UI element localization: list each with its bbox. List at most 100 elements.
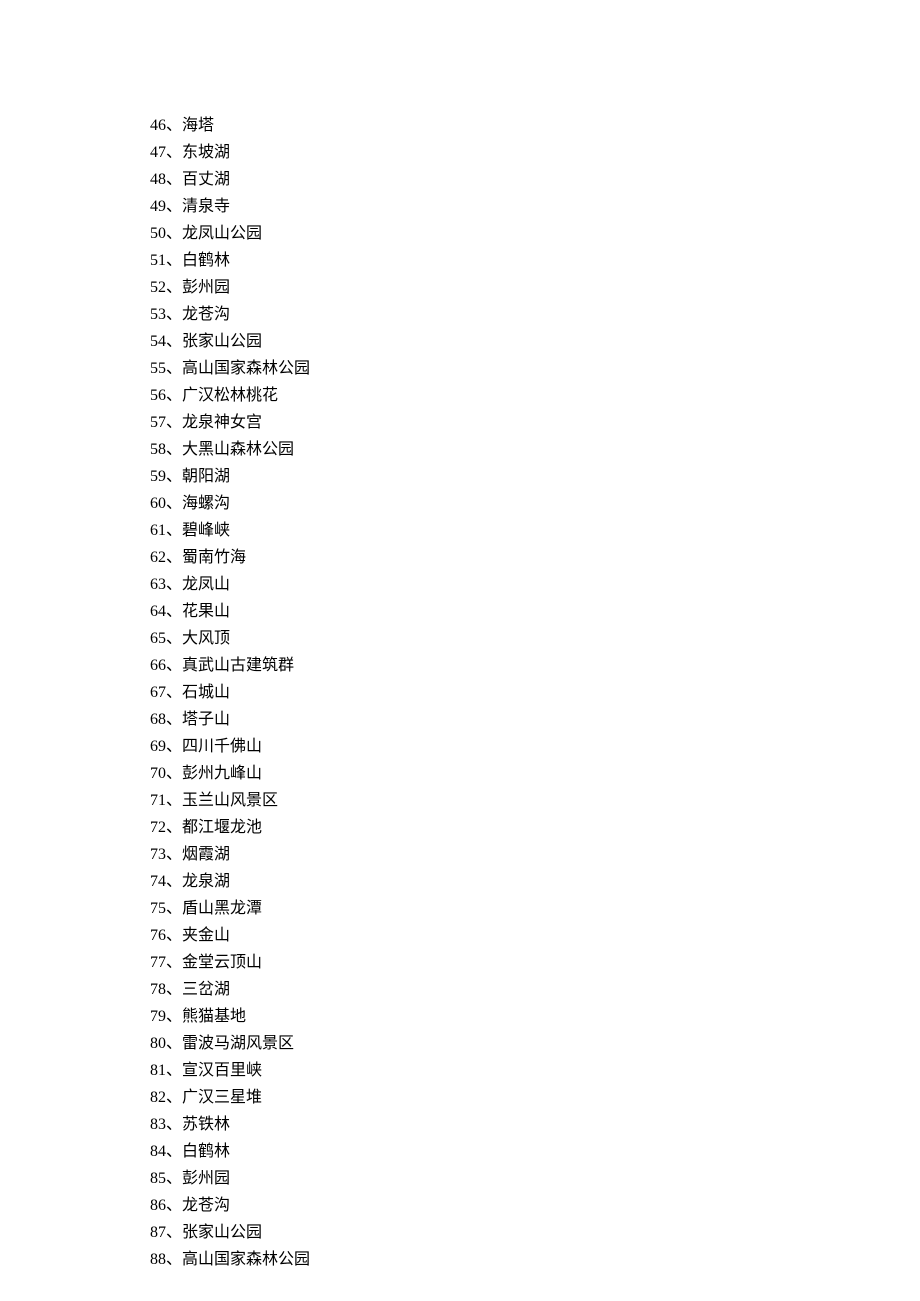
item-number: 65 (150, 630, 166, 647)
list-item: 56、广汉松林桃花 (150, 382, 920, 409)
item-separator: 、 (166, 1170, 182, 1187)
item-name: 大黑山森林公园 (182, 441, 294, 458)
item-separator: 、 (166, 1008, 182, 1025)
list-item: 51、白鹤林 (150, 247, 920, 274)
item-name: 雷波马湖风景区 (182, 1035, 294, 1052)
item-name: 蜀南竹海 (182, 549, 246, 566)
item-number: 73 (150, 846, 166, 863)
item-name: 花果山 (182, 603, 230, 620)
item-name: 烟霞湖 (182, 846, 230, 863)
list-item: 83、苏铁林 (150, 1111, 920, 1138)
item-separator: 、 (166, 1143, 182, 1160)
item-name: 熊猫基地 (182, 1008, 246, 1025)
item-separator: 、 (166, 819, 182, 836)
item-number: 70 (150, 765, 166, 782)
list-item: 75、盾山黑龙潭 (150, 895, 920, 922)
item-name: 广汉松林桃花 (182, 387, 278, 404)
item-name: 彭州园 (182, 1170, 230, 1187)
list-item: 58、大黑山森林公园 (150, 436, 920, 463)
item-separator: 、 (166, 846, 182, 863)
item-separator: 、 (166, 1116, 182, 1133)
item-separator: 、 (166, 1251, 182, 1268)
item-name: 彭州园 (182, 279, 230, 296)
item-number: 71 (150, 792, 166, 809)
item-name: 白鹤林 (182, 1143, 230, 1160)
item-number: 56 (150, 387, 166, 404)
item-number: 46 (150, 117, 166, 134)
item-separator: 、 (166, 657, 182, 674)
item-separator: 、 (166, 981, 182, 998)
item-number: 61 (150, 522, 166, 539)
list-item: 63、龙凤山 (150, 571, 920, 598)
item-number: 50 (150, 225, 166, 242)
list-item: 77、金堂云顶山 (150, 949, 920, 976)
item-separator: 、 (166, 873, 182, 890)
list-item: 79、熊猫基地 (150, 1003, 920, 1030)
item-separator: 、 (166, 1224, 182, 1241)
item-separator: 、 (166, 522, 182, 539)
item-name: 海塔 (182, 117, 214, 134)
item-number: 51 (150, 252, 166, 269)
item-separator: 、 (166, 1062, 182, 1079)
item-separator: 、 (166, 954, 182, 971)
item-separator: 、 (166, 630, 182, 647)
item-separator: 、 (166, 225, 182, 242)
item-separator: 、 (166, 603, 182, 620)
item-number: 79 (150, 1008, 166, 1025)
list-item: 53、龙苍沟 (150, 301, 920, 328)
item-separator: 、 (166, 306, 182, 323)
item-separator: 、 (166, 414, 182, 431)
item-number: 74 (150, 873, 166, 890)
list-item: 62、蜀南竹海 (150, 544, 920, 571)
list-item: 81、宣汉百里峡 (150, 1057, 920, 1084)
list-item: 85、彭州园 (150, 1165, 920, 1192)
list-item: 57、龙泉神女宫 (150, 409, 920, 436)
item-separator: 、 (166, 711, 182, 728)
item-number: 76 (150, 927, 166, 944)
item-number: 57 (150, 414, 166, 431)
item-name: 都江堰龙池 (182, 819, 262, 836)
item-number: 78 (150, 981, 166, 998)
item-separator: 、 (166, 144, 182, 161)
item-separator: 、 (166, 279, 182, 296)
list-item: 70、彭州九峰山 (150, 760, 920, 787)
item-name: 高山国家森林公园 (182, 360, 310, 377)
list-item: 68、塔子山 (150, 706, 920, 733)
list-item: 69、四川千佛山 (150, 733, 920, 760)
list-item: 74、龙泉湖 (150, 868, 920, 895)
item-number: 75 (150, 900, 166, 917)
item-name: 龙泉神女宫 (182, 414, 262, 431)
item-name: 石城山 (182, 684, 230, 701)
item-name: 朝阳湖 (182, 468, 230, 485)
item-separator: 、 (166, 171, 182, 188)
list-item: 46、海塔 (150, 112, 920, 139)
item-number: 86 (150, 1197, 166, 1214)
list-item: 73、烟霞湖 (150, 841, 920, 868)
list-item: 59、朝阳湖 (150, 463, 920, 490)
item-separator: 、 (166, 1089, 182, 1106)
list-item: 55、高山国家森林公园 (150, 355, 920, 382)
item-separator: 、 (166, 252, 182, 269)
item-name: 夹金山 (182, 927, 230, 944)
item-number: 49 (150, 198, 166, 215)
item-name: 金堂云顶山 (182, 954, 262, 971)
item-number: 52 (150, 279, 166, 296)
item-separator: 、 (166, 333, 182, 350)
item-separator: 、 (166, 684, 182, 701)
item-separator: 、 (166, 549, 182, 566)
item-name: 百丈湖 (182, 171, 230, 188)
list-item: 67、石城山 (150, 679, 920, 706)
item-separator: 、 (166, 738, 182, 755)
item-name: 龙泉湖 (182, 873, 230, 890)
item-name: 宣汉百里峡 (182, 1062, 262, 1079)
item-name: 白鹤林 (182, 252, 230, 269)
item-separator: 、 (166, 1035, 182, 1052)
item-number: 72 (150, 819, 166, 836)
item-number: 60 (150, 495, 166, 512)
item-separator: 、 (166, 900, 182, 917)
list-item: 66、真武山古建筑群 (150, 652, 920, 679)
item-name: 三岔湖 (182, 981, 230, 998)
item-number: 59 (150, 468, 166, 485)
list-item: 61、碧峰峡 (150, 517, 920, 544)
item-separator: 、 (166, 360, 182, 377)
